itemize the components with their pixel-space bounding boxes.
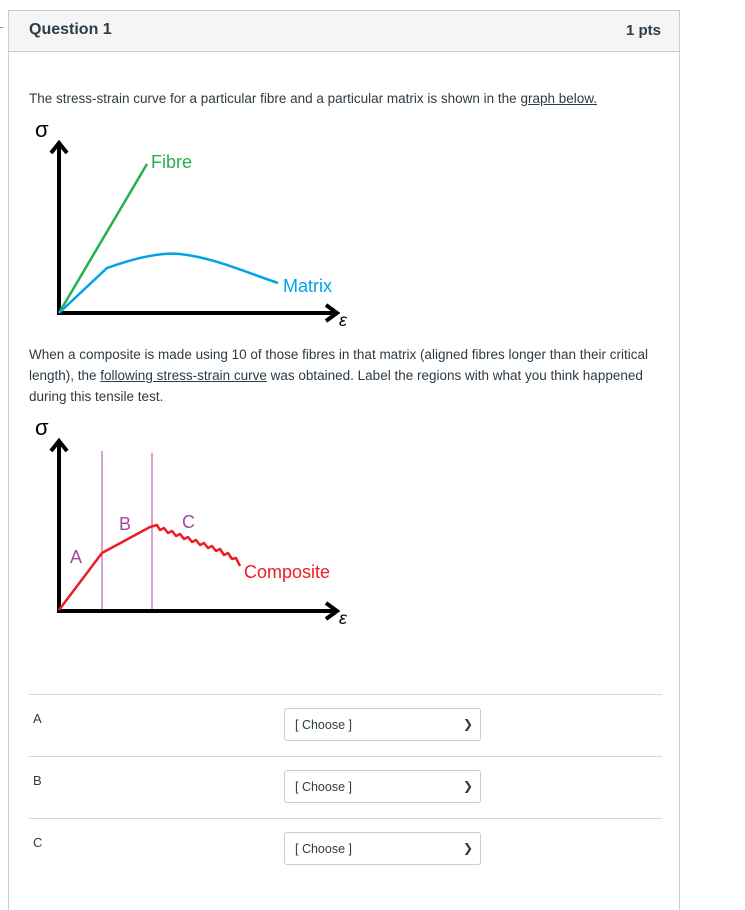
matrix-label: Matrix	[283, 276, 332, 296]
x-axis-symbol: ε	[339, 608, 348, 628]
region-label-b: B	[119, 514, 131, 534]
composite-graph: σ ε A B C Composite	[35, 415, 348, 628]
region-label-c: C	[182, 512, 195, 532]
y-axis-symbol: σ	[35, 117, 49, 142]
y-axis-symbol: σ	[35, 415, 49, 440]
matrix-curve	[58, 252, 279, 314]
x-axis-symbol: ε	[339, 310, 348, 330]
region-label-a: A	[70, 547, 82, 567]
fibre-curve	[57, 163, 149, 314]
composite-label: Composite	[244, 562, 330, 582]
fibre-label: Fibre	[151, 152, 192, 172]
composite-curve	[58, 523, 242, 611]
graphs: σ ε Fibre Matrix σ ε A B C Composite	[35, 117, 348, 628]
fibre-matrix-graph: σ ε Fibre Matrix	[35, 117, 348, 330]
